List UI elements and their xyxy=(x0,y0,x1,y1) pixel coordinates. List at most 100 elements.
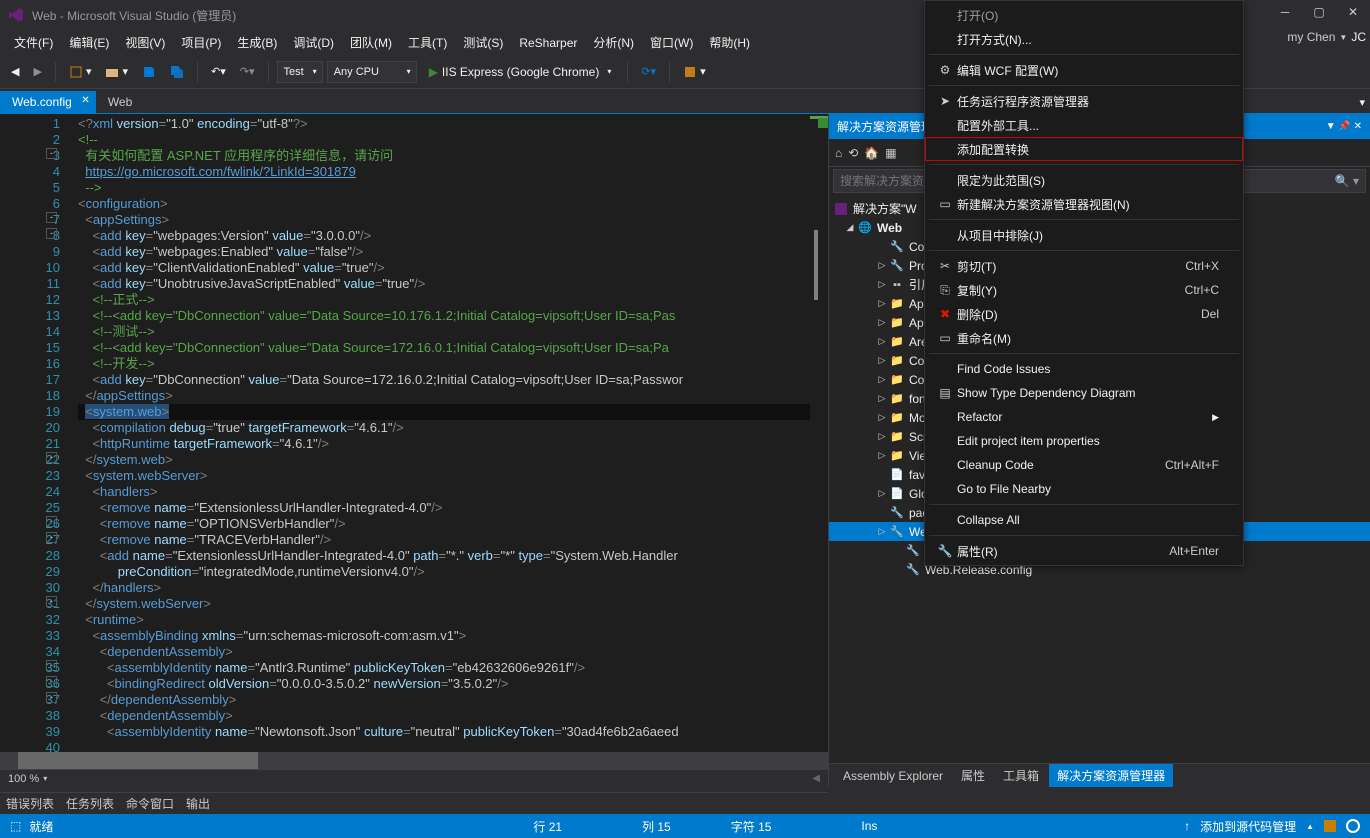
right-tab-解决方案资源管理器[interactable]: 解决方案资源管理器 xyxy=(1049,764,1173,787)
show-all-icon[interactable]: ▦ xyxy=(885,146,896,160)
chevron-down-icon[interactable]: ▼ xyxy=(1339,33,1347,42)
tab-Web.config[interactable]: Web.config✕ xyxy=(0,91,96,113)
user-name[interactable]: my Chen xyxy=(1287,30,1335,44)
tree-arrow-icon[interactable]: ◢ xyxy=(843,222,857,233)
horizontal-scrollbar[interactable] xyxy=(0,752,828,769)
fold-button[interactable]: - xyxy=(46,452,57,463)
code-content[interactable]: <?xml version="1.0" encoding="utf-8"?><!… xyxy=(78,114,828,752)
ctx-属性(R)[interactable]: 🔧属性(R)Alt+Enter xyxy=(925,539,1243,563)
ctx-配置外部工具...[interactable]: 配置外部工具... xyxy=(925,113,1243,137)
sb-source-add-icon[interactable]: ↑ xyxy=(1184,819,1190,833)
pin-icon[interactable]: ▼ 📌 ✕ xyxy=(1326,121,1362,132)
hscroll-thumb[interactable] xyxy=(18,752,258,769)
menu-工具(T)[interactable]: 工具(T) xyxy=(400,31,455,54)
ctx-限定为此范围(S)[interactable]: 限定为此范围(S) xyxy=(925,168,1243,192)
redo-button[interactable]: ↷▾ xyxy=(235,61,260,83)
ctx-任务运行程序资源管理器[interactable]: ➤任务运行程序资源管理器 xyxy=(925,89,1243,113)
nav-back-button[interactable]: ◀ xyxy=(6,61,24,83)
ctx-Go to File Nearby[interactable]: Go to File Nearby xyxy=(925,477,1243,501)
tree-arrow-icon[interactable]: ▷ xyxy=(875,526,889,537)
menu-视图(V)[interactable]: 视图(V) xyxy=(117,31,173,54)
bottom-tab-命令窗口[interactable]: 命令窗口 xyxy=(126,795,174,812)
tree-arrow-icon[interactable]: ▷ xyxy=(875,412,889,423)
minimize-button[interactable]: ─ xyxy=(1268,0,1302,24)
tree-arrow-icon[interactable]: ▷ xyxy=(875,298,889,309)
tree-arrow-icon[interactable]: ▷ xyxy=(875,393,889,404)
right-tab-工具箱[interactable]: 工具箱 xyxy=(995,764,1047,787)
ctx-添加配置转换[interactable]: 添加配置转换 xyxy=(925,137,1243,161)
tree-arrow-icon[interactable]: ▷ xyxy=(875,450,889,461)
bottom-tab-输出[interactable]: 输出 xyxy=(186,795,210,812)
ctx-Refactor[interactable]: Refactor▶ xyxy=(925,405,1243,429)
menu-团队(M)[interactable]: 团队(M) xyxy=(342,31,400,54)
search-icon[interactable]: 🔍 ▾ xyxy=(1335,174,1359,188)
tree-arrow-icon[interactable]: ▷ xyxy=(875,336,889,347)
ctx-删除(D)[interactable]: ✖删除(D)Del xyxy=(925,302,1243,326)
sb-notify-icon[interactable] xyxy=(1324,820,1336,832)
hscroll-left-icon[interactable]: ◀ xyxy=(812,773,820,784)
run-button[interactable]: ▶IIS Express (Google Chrome)▾ xyxy=(421,63,620,81)
tab-Web[interactable]: Web xyxy=(96,91,156,113)
ctx-新建解决方案资源管理器视图(N)[interactable]: ▭新建解决方案资源管理器视图(N) xyxy=(925,192,1243,216)
tab-close-icon[interactable]: ✕ xyxy=(81,95,89,106)
ctx-Edit project item properties[interactable]: Edit project item properties xyxy=(925,429,1243,453)
menu-编辑(E)[interactable]: 编辑(E) xyxy=(61,31,117,54)
menu-帮助(H)[interactable]: 帮助(H) xyxy=(701,31,758,54)
ctx-Collapse All[interactable]: Collapse All xyxy=(925,508,1243,532)
tree-arrow-icon[interactable]: ▷ xyxy=(875,355,889,366)
ctx-复制(Y)[interactable]: ⎘复制(Y)Ctrl+C xyxy=(925,278,1243,302)
refresh-button[interactable]: ⟳▾ xyxy=(636,61,661,83)
save-all-button[interactable] xyxy=(165,61,189,83)
zoom-level[interactable]: 100 % xyxy=(8,773,39,785)
bottom-tab-任务列表[interactable]: 任务列表 xyxy=(66,795,114,812)
ctx-打开方式(N)...[interactable]: 打开方式(N)... xyxy=(925,27,1243,51)
home2-icon[interactable]: 🏠 xyxy=(864,146,879,160)
menu-项目(P)[interactable]: 项目(P) xyxy=(173,31,229,54)
sync-icon[interactable]: ⟲ xyxy=(848,146,858,160)
right-tab-Assembly Explorer[interactable]: Assembly Explorer xyxy=(835,766,951,786)
fold-button[interactable]: - xyxy=(46,228,57,239)
tree-arrow-icon[interactable]: ▷ xyxy=(875,317,889,328)
new-button[interactable]: ▾ xyxy=(64,61,97,83)
tree-arrow-icon[interactable]: ▷ xyxy=(875,374,889,385)
sb-source-control[interactable]: 添加到源代码管理 xyxy=(1200,818,1296,835)
menu-ReSharper[interactable]: ReSharper xyxy=(511,33,585,53)
right-tab-属性[interactable]: 属性 xyxy=(953,764,993,787)
platform-dropdown[interactable]: Any CPU xyxy=(327,61,417,83)
close-button[interactable]: ✕ xyxy=(1336,0,1370,24)
tree-arrow-icon[interactable]: ▷ xyxy=(875,279,889,290)
tree-arrow-icon[interactable]: ▷ xyxy=(875,488,889,499)
sb-feedback-icon[interactable] xyxy=(1346,819,1360,833)
ctx-重命名(M)[interactable]: ▭重命名(M) xyxy=(925,326,1243,350)
fold-button[interactable]: - xyxy=(46,148,57,159)
menu-生成(B)[interactable]: 生成(B) xyxy=(229,31,285,54)
bottom-tab-错误列表[interactable]: 错误列表 xyxy=(6,795,54,812)
ctx-Show Type Dependency Diagram[interactable]: ▤Show Type Dependency Diagram xyxy=(925,381,1243,405)
ctx-Find Code Issues[interactable]: Find Code Issues xyxy=(925,357,1243,381)
fold-button[interactable]: - xyxy=(46,532,57,543)
maximize-button[interactable]: ▢ xyxy=(1302,0,1336,24)
menu-窗口(W)[interactable]: 窗口(W) xyxy=(642,31,701,54)
ctx-Cleanup Code[interactable]: Cleanup CodeCtrl+Alt+F xyxy=(925,453,1243,477)
undo-button[interactable]: ↶▾ xyxy=(206,61,231,83)
user-badge[interactable]: JC xyxy=(1351,30,1366,44)
code-editor[interactable]: 12-3456-7-89101112131415161718192021-222… xyxy=(0,114,828,752)
ctx-从项目中排除(J)[interactable]: 从项目中排除(J) xyxy=(925,223,1243,247)
ctx-open-with-0[interactable]: 打开(O) xyxy=(925,3,1243,27)
home-icon[interactable]: ⌂ xyxy=(835,146,842,160)
ctx-编辑 WCF 配置(W)[interactable]: ⚙编辑 WCF 配置(W) xyxy=(925,58,1243,82)
fold-button[interactable]: - xyxy=(46,692,57,703)
extension-button[interactable]: ▾ xyxy=(678,61,711,83)
tab-overflow-button[interactable]: ▾ xyxy=(1354,91,1370,113)
open-button[interactable]: ▾ xyxy=(100,61,133,83)
fold-button[interactable]: - xyxy=(46,596,57,607)
tree-arrow-icon[interactable]: ▷ xyxy=(875,260,889,271)
menu-测试(S)[interactable]: 测试(S) xyxy=(455,31,511,54)
tree-arrow-icon[interactable]: ▷ xyxy=(875,431,889,442)
config-dropdown[interactable]: Test xyxy=(277,61,323,83)
minimap[interactable] xyxy=(810,114,828,752)
ctx-剪切(T)[interactable]: ✂剪切(T)Ctrl+X xyxy=(925,254,1243,278)
menu-调试(D)[interactable]: 调试(D) xyxy=(285,31,342,54)
menu-文件(F)[interactable]: 文件(F) xyxy=(6,31,61,54)
menu-分析(N)[interactable]: 分析(N) xyxy=(585,31,642,54)
